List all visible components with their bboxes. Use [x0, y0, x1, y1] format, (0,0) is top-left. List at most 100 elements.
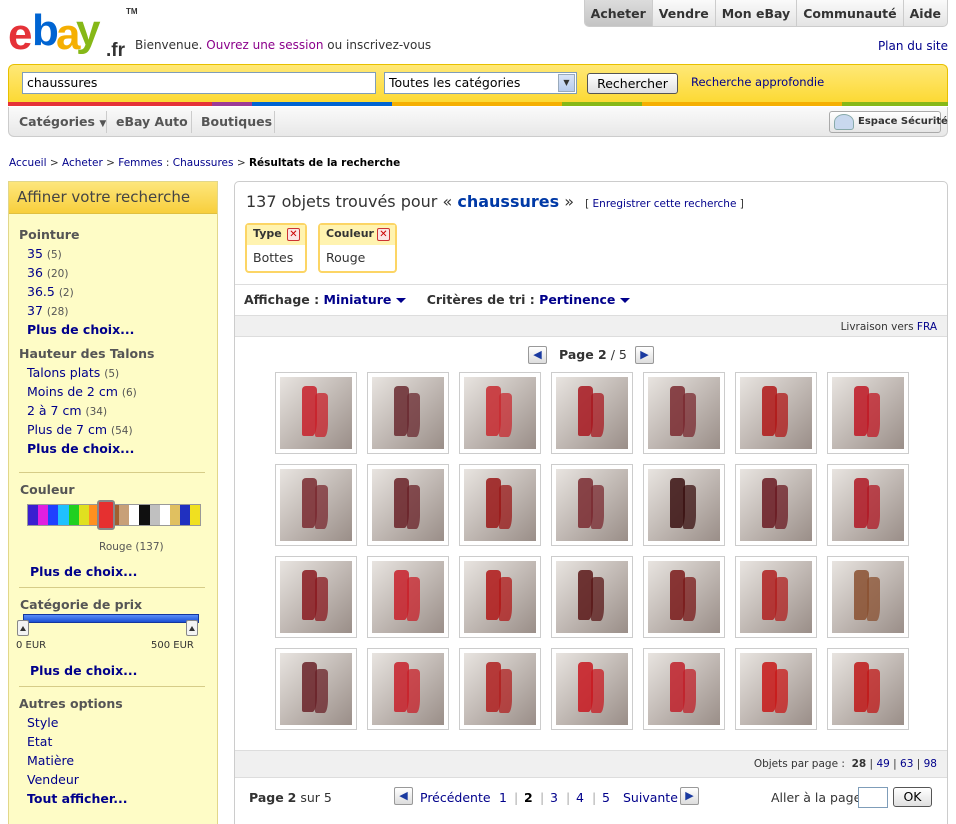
nav-vendre[interactable]: Vendre — [651, 0, 715, 26]
product-thumbnail[interactable] — [275, 464, 357, 546]
ebay-auto-link[interactable]: eBay Auto — [116, 107, 188, 137]
product-thumbnail[interactable] — [827, 464, 909, 546]
remove-filter-icon[interactable]: ✕ — [287, 228, 300, 241]
categories-menu[interactable]: Catégories ▼ — [19, 107, 106, 139]
product-thumbnail[interactable] — [735, 464, 817, 546]
product-thumbnail[interactable] — [367, 464, 449, 546]
talons-option[interactable]: Talons plats (5) — [27, 365, 119, 380]
prev-link[interactable]: Précédente — [420, 790, 491, 805]
autres-option-vendeur[interactable]: Vendeur — [27, 772, 79, 787]
talons-more-link[interactable]: Plus de choix... — [27, 441, 134, 456]
price-min-handle[interactable] — [17, 620, 29, 636]
page-link[interactable]: 5 — [602, 790, 610, 805]
goto-ok-button[interactable]: OK — [893, 787, 932, 807]
product-thumbnail[interactable] — [459, 372, 541, 454]
breadcrumb-accueil[interactable]: Accueil — [9, 157, 47, 169]
product-thumbnail[interactable] — [551, 464, 633, 546]
product-thumbnail[interactable] — [643, 556, 725, 638]
color-swatch[interactable] — [129, 505, 140, 525]
color-swatch[interactable] — [179, 505, 190, 525]
price-max-handle[interactable] — [186, 620, 198, 636]
product-thumbnail[interactable] — [275, 648, 357, 730]
product-thumbnail[interactable] — [551, 556, 633, 638]
color-swatch[interactable] — [139, 505, 150, 525]
talons-option[interactable]: Plus de 7 cm (54) — [27, 422, 133, 437]
page-link[interactable]: 1 — [499, 790, 507, 805]
breadcrumb-acheter[interactable]: Acheter — [62, 157, 103, 169]
pointure-more-link[interactable]: Plus de choix... — [27, 322, 134, 337]
color-swatch[interactable] — [58, 505, 69, 525]
nav-acheter[interactable]: Acheter — [584, 0, 652, 26]
pointure-option[interactable]: 36 (20) — [27, 265, 68, 280]
product-thumbnail[interactable] — [459, 556, 541, 638]
selected-color-swatch[interactable] — [97, 500, 115, 530]
pointure-option[interactable]: 36.5 (2) — [27, 284, 74, 299]
per-page-option[interactable]: 49 — [876, 758, 889, 770]
site-map-link[interactable]: Plan du site — [878, 39, 948, 53]
next-page-arrow-icon[interactable]: ▶ — [635, 346, 654, 364]
breadcrumb-chaussures[interactable]: Chaussures — [173, 157, 234, 169]
color-swatch[interactable] — [149, 505, 160, 525]
product-thumbnail[interactable] — [367, 556, 449, 638]
product-thumbnail[interactable] — [827, 556, 909, 638]
ebay-logo[interactable]: e b a y .fr TM — [8, 7, 138, 61]
search-button[interactable]: Rechercher — [587, 73, 678, 94]
page-link[interactable]: 3 — [550, 790, 558, 805]
product-thumbnail[interactable] — [735, 372, 817, 454]
next-link[interactable]: Suivante — [623, 790, 678, 805]
product-thumbnail[interactable] — [459, 648, 541, 730]
color-swatch[interactable] — [28, 505, 39, 525]
breadcrumb-femmes[interactable]: Femmes — [118, 157, 162, 169]
color-swatch[interactable] — [159, 505, 170, 525]
product-thumbnail[interactable] — [459, 464, 541, 546]
per-page-option[interactable]: 63 — [900, 758, 913, 770]
product-thumbnail[interactable] — [367, 648, 449, 730]
product-thumbnail[interactable] — [551, 372, 633, 454]
category-select[interactable]: Toutes les catégories ▼ — [384, 72, 577, 94]
nav-mon-ebay[interactable]: Mon eBay — [714, 0, 796, 26]
product-thumbnail[interactable] — [827, 648, 909, 730]
pointure-option[interactable]: 37 (28) — [27, 303, 68, 318]
next-arrow-icon[interactable]: ▶ — [680, 787, 699, 805]
prev-arrow-icon[interactable]: ◀ — [394, 787, 413, 805]
nav-communaute[interactable]: Communauté — [796, 0, 902, 26]
color-swatch[interactable] — [190, 505, 201, 525]
display-select[interactable]: Miniature — [324, 292, 407, 307]
talons-option[interactable]: Moins de 2 cm (6) — [27, 384, 137, 399]
color-swatch[interactable] — [119, 505, 130, 525]
goto-page-input[interactable] — [858, 787, 888, 808]
product-thumbnail[interactable] — [643, 648, 725, 730]
product-thumbnail[interactable] — [643, 464, 725, 546]
autres-show-all-link[interactable]: Tout afficher... — [27, 791, 127, 806]
search-input[interactable]: chaussures — [22, 72, 376, 94]
nav-aide[interactable]: Aide — [902, 0, 947, 26]
boutiques-link[interactable]: Boutiques — [201, 107, 272, 137]
product-thumbnail[interactable] — [275, 556, 357, 638]
signin-link[interactable]: Ouvrez une session — [206, 38, 323, 52]
talons-option[interactable]: 2 à 7 cm (34) — [27, 403, 107, 418]
register-text[interactable]: ou inscrivez-vous — [327, 38, 431, 52]
product-thumbnail[interactable] — [735, 648, 817, 730]
color-swatch[interactable] — [169, 505, 180, 525]
product-thumbnail[interactable] — [643, 372, 725, 454]
security-button[interactable]: Espace Sécurité — [829, 111, 948, 133]
autres-option-etat[interactable]: Etat — [27, 734, 52, 749]
product-thumbnail[interactable] — [827, 372, 909, 454]
pointure-option[interactable]: 35 (5) — [27, 246, 62, 261]
autres-option-matiere[interactable]: Matière — [27, 753, 74, 768]
couleur-more-link[interactable]: Plus de choix... — [30, 564, 137, 579]
chevron-down-icon[interactable]: ▼ — [558, 74, 575, 92]
product-thumbnail[interactable] — [275, 372, 357, 454]
price-range-slider[interactable] — [23, 614, 199, 623]
product-thumbnail[interactable] — [367, 372, 449, 454]
color-swatch[interactable] — [78, 505, 89, 525]
product-thumbnail[interactable] — [735, 556, 817, 638]
autres-option-style[interactable]: Style — [27, 715, 58, 730]
color-swatch[interactable] — [68, 505, 79, 525]
product-thumbnail[interactable] — [551, 648, 633, 730]
prev-page-arrow-icon[interactable]: ◀ — [528, 346, 547, 364]
advanced-search-link[interactable]: Recherche approfondie — [691, 75, 824, 89]
per-page-option[interactable]: 28 — [852, 758, 867, 770]
prix-more-link[interactable]: Plus de choix... — [30, 663, 137, 678]
per-page-option[interactable]: 98 — [924, 758, 937, 770]
